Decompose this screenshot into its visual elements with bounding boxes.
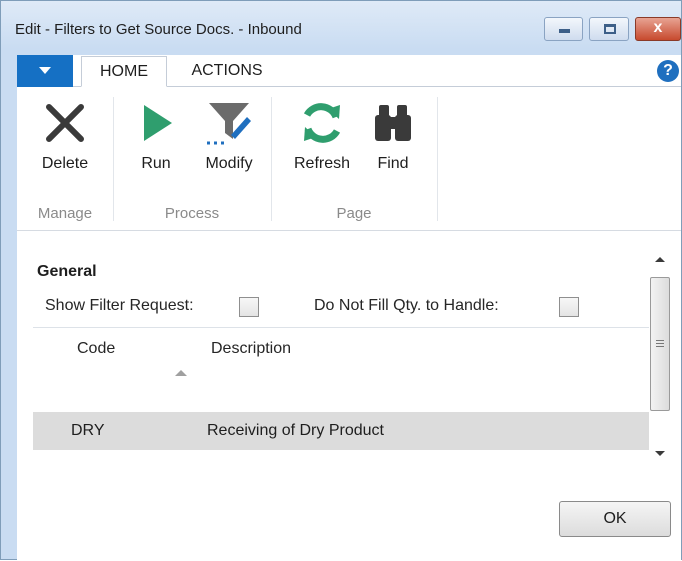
delete-button[interactable]: Delete	[25, 99, 105, 179]
run-label: Run	[141, 155, 171, 172]
window-title: Edit - Filters to Get Source Docs. - Inb…	[15, 21, 302, 38]
vertical-scrollbar[interactable]	[649, 245, 671, 467]
show-filter-request-label: Show Filter Request:	[45, 297, 194, 314]
tab-home[interactable]: HOME	[81, 56, 167, 87]
sort-ascending-icon	[175, 370, 187, 376]
refresh-label: Refresh	[293, 155, 351, 172]
ribbon-tab-bar: HOME ACTIONS ?	[17, 55, 681, 87]
refresh-icon	[303, 103, 341, 143]
group-separator	[437, 97, 438, 221]
group-separator	[113, 97, 114, 221]
maximize-button[interactable]	[589, 17, 629, 41]
minimize-icon	[559, 29, 570, 33]
scrollbar-thumb[interactable]	[650, 277, 670, 411]
find-button[interactable]: Find	[367, 99, 419, 179]
grip-icon	[656, 340, 664, 341]
tab-actions[interactable]: ACTIONS	[177, 56, 277, 87]
minimize-button[interactable]	[544, 17, 583, 41]
show-filter-request-checkbox[interactable]	[239, 297, 259, 317]
group-label-process: Process	[164, 205, 220, 222]
dialog-window: Edit - Filters to Get Source Docs. - Inb…	[0, 0, 682, 561]
cell-description: Receiving of Dry Product	[207, 422, 384, 439]
ribbon: Delete Manage Run Modify Process Refresh…	[17, 87, 681, 231]
do-not-fill-qty-label: Do Not Fill Qty. to Handle:	[314, 297, 499, 314]
column-header-description[interactable]: Description	[211, 340, 291, 358]
delete-x-icon	[46, 104, 84, 142]
modify-label: Modify	[205, 155, 253, 172]
fasttab-general-title[interactable]: General	[37, 263, 97, 281]
lines-grid: Code Description DRY Receiving of Dry Pr…	[33, 327, 661, 465]
table-row[interactable]: DRY Receiving of Dry Product	[33, 412, 661, 450]
scroll-up-icon[interactable]	[655, 257, 665, 262]
close-icon: x	[653, 19, 663, 36]
scroll-down-icon[interactable]	[655, 451, 665, 456]
filter-edit-icon	[207, 103, 251, 145]
binoculars-icon	[375, 105, 411, 141]
modify-button[interactable]: Modify	[191, 99, 267, 179]
content-area: General Show Filter Request: Do Not Fill…	[17, 231, 681, 561]
cell-code: DRY	[71, 422, 105, 439]
group-separator	[271, 97, 272, 221]
help-icon[interactable]: ?	[657, 60, 679, 82]
group-label-page: Page	[336, 205, 372, 222]
refresh-button[interactable]: Refresh	[283, 99, 361, 179]
column-header-code[interactable]: Code	[77, 340, 115, 358]
do-not-fill-qty-checkbox[interactable]	[559, 297, 579, 317]
group-label-manage: Manage	[37, 205, 93, 222]
maximize-icon	[604, 24, 616, 34]
find-label: Find	[377, 155, 409, 172]
title-bar[interactable]: Edit - Filters to Get Source Docs. - Inb…	[1, 1, 681, 49]
delete-label: Delete	[41, 155, 89, 172]
application-menu-button[interactable]	[17, 55, 73, 87]
chevron-down-icon	[39, 67, 51, 74]
ok-button[interactable]: OK	[559, 501, 671, 537]
run-button[interactable]: Run	[125, 99, 187, 179]
close-button[interactable]: x	[635, 17, 681, 41]
play-icon	[144, 105, 172, 141]
